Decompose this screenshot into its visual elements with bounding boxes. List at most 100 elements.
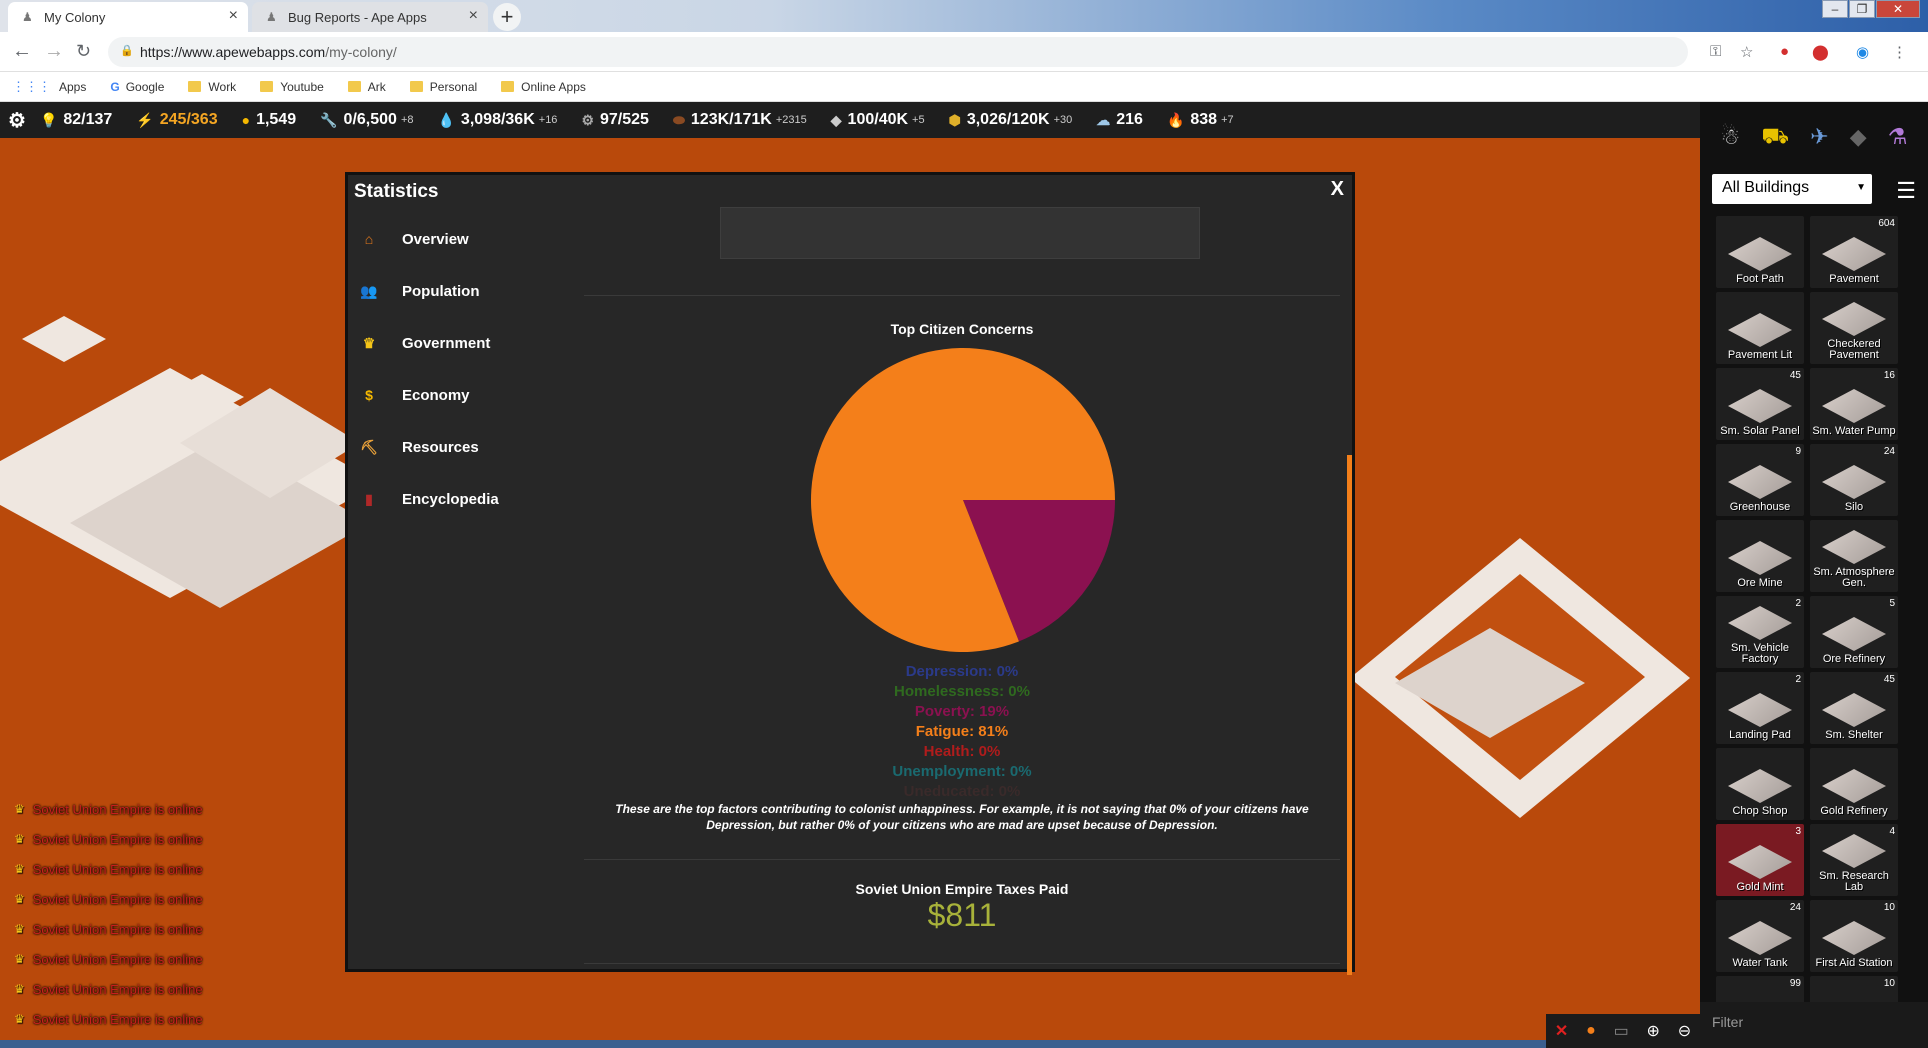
restore-icon[interactable]: ❐: [1849, 0, 1875, 18]
building-count: 2: [1795, 674, 1801, 685]
building-item[interactable]: Sm. Research Lab 4: [1810, 824, 1898, 896]
filter-input[interactable]: Filter: [1700, 1002, 1928, 1048]
crown-icon: ♛: [14, 982, 25, 996]
resource-ore[interactable]: ⬬ 123K/171K +2315: [673, 111, 807, 129]
building-thumbnail: [1822, 530, 1886, 564]
key-icon[interactable]: ⚿: [1710, 43, 1721, 60]
bulldozer-icon[interactable]: ⛟: [1761, 123, 1789, 152]
close-window-icon[interactable]: ✕: [1876, 0, 1920, 18]
building-item[interactable]: Checkered Pavement: [1810, 292, 1898, 364]
building-name: Pavement: [1829, 273, 1879, 285]
chat-message: ♛ Soviet Union Empire is online: [14, 1004, 203, 1034]
building-count: 10: [1883, 902, 1895, 913]
extension-red-icon[interactable]: ●: [1780, 43, 1789, 60]
close-red-icon[interactable]: ✕: [1555, 1021, 1568, 1041]
crown-icon: ♛: [14, 802, 25, 816]
resource-antimatter[interactable]: 🔥 838 +7: [1167, 111, 1234, 129]
building-item[interactable]: Ore Refinery 5: [1810, 596, 1898, 668]
building-count: 24: [1883, 446, 1895, 457]
dialog-scrollbar[interactable]: [1347, 455, 1352, 975]
window-controls: – ❐ ✕: [1821, 0, 1920, 18]
building-item[interactable]: Water Tank 24: [1716, 900, 1804, 972]
bookmark-ark[interactable]: Ark: [347, 80, 386, 94]
resource-tools[interactable]: 🔧 0/6,500 +8: [320, 111, 413, 129]
resource-money[interactable]: ● 1,549: [242, 111, 297, 129]
settings-gear-icon[interactable]: ⚙: [8, 108, 26, 133]
building-item[interactable]: Landing Pad 2: [1716, 672, 1804, 744]
lock-icon: 🔒: [120, 45, 134, 57]
bookmark-online-apps[interactable]: Online Apps: [501, 80, 586, 94]
vehicle-icon[interactable]: ✈: [1810, 124, 1828, 150]
bookmark-google[interactable]: G Google: [110, 80, 164, 94]
building-item[interactable]: Pavement 604: [1810, 216, 1898, 288]
zoom-out-icon[interactable]: ⊖: [1678, 1021, 1691, 1041]
resource-aluminum[interactable]: ◆ 100/40K +5: [831, 111, 925, 129]
screen-icon[interactable]: ▭: [1614, 1021, 1629, 1041]
extension-blue-icon[interactable]: ◉: [1856, 43, 1869, 61]
building-item[interactable]: Foot Path: [1716, 216, 1804, 288]
browser-tab-strip: ♟ My Colony × ♟ Bug Reports - Ape Apps ×…: [0, 0, 1928, 32]
building-item[interactable]: Gold Mint 3: [1716, 824, 1804, 896]
new-tab-button[interactable]: +: [493, 3, 521, 31]
building-grid: Foot Path Pavement 604 Pavement Lit Checkere…: [1716, 216, 1900, 1048]
bookmark-youtube[interactable]: Youtube: [260, 80, 324, 94]
minimize-icon[interactable]: –: [1822, 0, 1848, 18]
building-item[interactable]: Chop Shop: [1716, 748, 1804, 820]
building-item[interactable]: Pavement Lit: [1716, 292, 1804, 364]
url-field[interactable]: 🔒 https://www.apewebapps.com/my-colony/: [108, 37, 1688, 67]
resource-power[interactable]: ⚡ 245/363: [136, 111, 217, 129]
chat-bubble-icon[interactable]: ●: [1586, 1022, 1596, 1040]
fire-icon: 🔥: [1166, 111, 1185, 128]
resource-gears[interactable]: ⚙ 97/525: [581, 111, 649, 129]
building-count: 3: [1795, 826, 1801, 837]
resource-gold[interactable]: ⬢ 3,026/120K +30: [949, 111, 1073, 129]
building-item[interactable]: Sm. Atmosphere Gen.: [1810, 520, 1898, 592]
building-category-select[interactable]: All Buildings ▼: [1712, 174, 1872, 204]
building-name: Gold Refinery: [1820, 805, 1888, 817]
stats-nav-economy[interactable]: $ Economy: [358, 369, 528, 421]
stats-nav-label: Government: [402, 334, 491, 352]
building-count: 2: [1795, 598, 1801, 609]
forward-arrow-icon[interactable]: →: [44, 40, 64, 63]
back-arrow-icon[interactable]: ←: [12, 40, 32, 63]
menu-dots-icon[interactable]: ⋮: [1892, 43, 1907, 61]
stats-nav-government[interactable]: ♛ Government: [358, 317, 528, 369]
close-dialog-button[interactable]: X: [1331, 178, 1344, 201]
building-item[interactable]: Greenhouse 9: [1716, 444, 1804, 516]
extension-adblock-icon[interactable]: ⬤: [1812, 43, 1829, 61]
tab-close-icon[interactable]: ×: [229, 7, 238, 25]
list-view-icon[interactable]: ☰: [1896, 178, 1916, 204]
bookmark-work[interactable]: Work: [188, 80, 236, 94]
building-item[interactable]: Gold Refinery: [1810, 748, 1898, 820]
resource-research[interactable]: 💡 82/137: [40, 111, 112, 129]
flask-icon[interactable]: ⚗: [1888, 124, 1908, 150]
building-item[interactable]: Sm. Vehicle Factory 2: [1716, 596, 1804, 668]
terrain-icon[interactable]: ◆: [1850, 124, 1867, 150]
building-count: 9: [1795, 446, 1801, 457]
resource-food[interactable]: ☁ 216: [1096, 111, 1143, 129]
building-item[interactable]: Sm. Water Pump 16: [1810, 368, 1898, 440]
resource-water[interactable]: 💧 3,098/36K +16: [437, 111, 557, 129]
lightning-icon: ⚡: [136, 111, 154, 128]
building-item[interactable]: Ore Mine: [1716, 520, 1804, 592]
colonist-icon[interactable]: ☃: [1721, 124, 1741, 150]
building-item[interactable]: Sm. Solar Panel 45: [1716, 368, 1804, 440]
stats-nav-overview[interactable]: ⌂ Overview: [358, 213, 528, 265]
tab-my-colony[interactable]: ♟ My Colony ×: [8, 2, 248, 32]
building-name: Pavement Lit: [1727, 349, 1793, 361]
stats-nav-resources[interactable]: ⛏ Resources: [358, 421, 528, 473]
building-item[interactable]: Silo 24: [1810, 444, 1898, 516]
stats-nav-population[interactable]: 👥 Population: [358, 265, 528, 317]
dialog-title: Statistics: [354, 181, 439, 202]
stats-nav-encyclopedia[interactable]: ▮ Encyclopedia: [358, 473, 528, 525]
building-item[interactable]: First Aid Station 10: [1810, 900, 1898, 972]
tab-close-icon[interactable]: ×: [469, 7, 478, 25]
tab-bug-reports[interactable]: ♟ Bug Reports - Ape Apps ×: [252, 2, 488, 32]
reload-icon[interactable]: ↻: [76, 41, 91, 62]
zoom-in-icon[interactable]: ⊕: [1646, 1021, 1659, 1041]
star-icon[interactable]: ☆: [1740, 43, 1753, 61]
building-item[interactable]: Sm. Shelter 45: [1810, 672, 1898, 744]
bookmark-personal[interactable]: Personal: [409, 80, 477, 94]
building-name: Silo: [1844, 501, 1864, 513]
bookmark-apps[interactable]: ⋮⋮⋮ Apps: [12, 79, 86, 95]
